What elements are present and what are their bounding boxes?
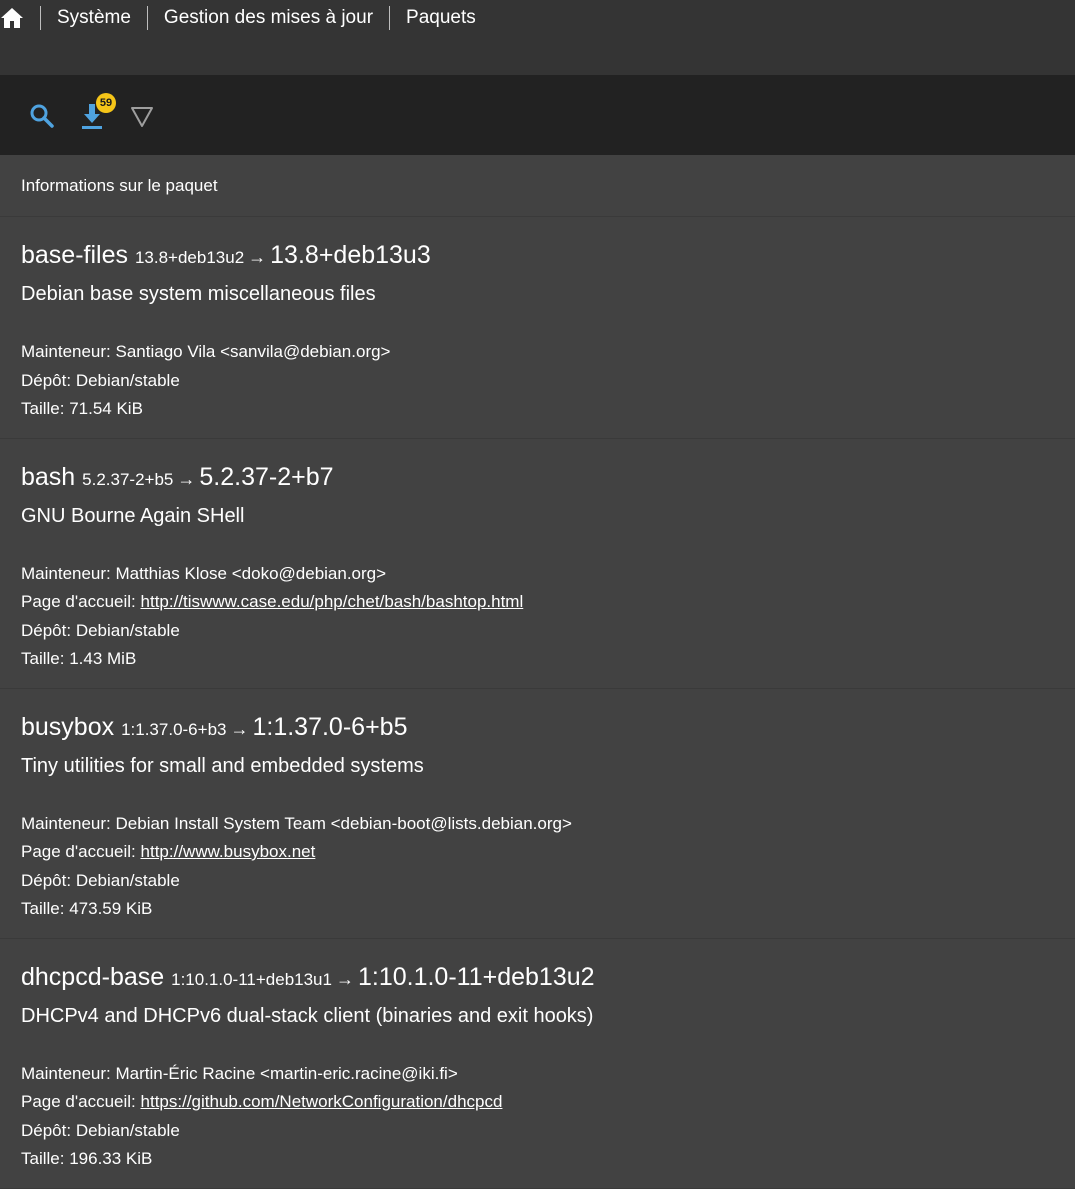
repository-label: Dépôt: xyxy=(21,370,72,390)
package-description: Tiny utilities for small and embedded sy… xyxy=(21,754,424,777)
breadcrumb-separator xyxy=(146,6,148,30)
size-row: Taille: 1.43 MiB xyxy=(21,645,1054,674)
package-description: DHCPv4 and DHCPv6 dual-stack client (bin… xyxy=(21,1004,594,1027)
homepage-label: Page d'accueil: xyxy=(21,1092,136,1111)
breadcrumb-separator xyxy=(40,6,41,30)
maintainer-label: Mainteneur: xyxy=(21,563,111,583)
repository-label: Dépôt: xyxy=(21,1120,72,1140)
homepage-row: Page d'accueil: http://www.busybox.net xyxy=(21,838,1054,867)
old-version: 5.2.37-2+b5 xyxy=(82,469,174,489)
breadcrumb-separator xyxy=(389,6,391,30)
homepage-row: Page d'accueil: http://tiswww.case.edu/p… xyxy=(21,588,1054,617)
repository-label: Dépôt: xyxy=(21,870,72,890)
arrow-right-icon: → xyxy=(230,718,249,739)
filter-icon[interactable] xyxy=(128,102,156,130)
maintainer-row: Mainteneur: Santiago Vila <sanvila@debia… xyxy=(21,338,1054,367)
repository-row: Dépôt: Debian/stable xyxy=(21,367,1054,396)
toolbar xyxy=(0,75,1075,155)
home-icon[interactable] xyxy=(0,6,24,30)
repository-value: Debian/stable xyxy=(75,620,180,640)
package-item[interactable]: busybox 1:1.37.0-6+b3 → 1:1.37.0-6+b5 Tiny… xyxy=(0,689,1075,939)
maintainer-value: Santiago Vila <sanvila@debian.org> xyxy=(115,342,391,361)
maintainer-value: Matthias Klose <doko@debian.org> xyxy=(115,563,387,583)
size-value: 1.43 MiB xyxy=(69,649,137,668)
new-version: 5.2.37-2+b7 xyxy=(199,462,334,491)
search-icon[interactable] xyxy=(28,102,56,130)
package-list: base-files 13.8+deb13u2 → 13.8+deb13u3 Deb… xyxy=(0,217,1075,1189)
package-title: base-files 13.8+deb13u2 → 13.8+deb13u3 xyxy=(21,235,1054,278)
size-label: Taille: xyxy=(21,399,65,418)
homepage-label: Page d'accueil: xyxy=(21,592,136,611)
repository-value: Debian/stable xyxy=(75,870,180,890)
size-value: 71.54 KiB xyxy=(69,399,143,418)
homepage-row: Page d'accueil: https://github.com/Netwo… xyxy=(21,1088,1054,1117)
package-title: bash 5.2.37-2+b5 → 5.2.37-2+b7 xyxy=(21,457,1054,500)
new-version: 13.8+deb13u3 xyxy=(270,241,431,269)
size-label: Taille: xyxy=(21,649,65,668)
breadcrumb-item-gestion[interactable]: Gestion des mises à jour xyxy=(164,7,373,29)
package-name: base-files xyxy=(21,241,128,269)
old-version: 13.8+deb13u2 xyxy=(134,248,245,267)
maintainer-row: Mainteneur: Matthias Klose <doko@debian.… xyxy=(21,560,1054,589)
package-description: Debian base system miscellaneous files xyxy=(21,283,376,305)
package-name: dhcpcd-base xyxy=(21,962,165,991)
old-version: 1:1.37.0-6+b3 xyxy=(121,719,227,739)
homepage-link[interactable]: http://www.busybox.net xyxy=(141,842,316,861)
maintainer-value: Debian Install System Team <debian-boot@… xyxy=(115,813,572,833)
size-value: 196.33 KiB xyxy=(69,1149,153,1168)
maintainer-label: Mainteneur: xyxy=(21,1063,111,1083)
arrow-right-icon: → xyxy=(177,468,196,489)
repository-label: Dépôt: xyxy=(21,620,72,640)
size-row: Taille: 71.54 KiB xyxy=(21,395,1054,424)
package-name: bash xyxy=(21,462,76,491)
size-row: Taille: 196.33 KiB xyxy=(21,1145,1054,1174)
maintainer-value: Martin-Éric Racine <martin-eric.racine@i… xyxy=(115,1063,458,1083)
package-title: dhcpcd-base 1:10.1.0-11+deb13u1 → 1:10.1.0… xyxy=(21,957,1054,1000)
homepage-link[interactable]: http://tiswww.case.edu/php/chet/bash/bas… xyxy=(141,592,524,611)
old-version: 1:10.1.0-11+deb13u1 xyxy=(171,969,332,989)
arrow-right-icon: → xyxy=(248,247,267,267)
repository-value: Debian/stable xyxy=(75,370,180,390)
package-item[interactable]: dhcpcd-base 1:10.1.0-11+deb13u1 → 1:10.1.0… xyxy=(0,939,1075,1189)
package-title: busybox 1:1.37.0-6+b3 → 1:1.37.0-6+b5 xyxy=(21,707,1054,750)
maintainer-label: Mainteneur: xyxy=(21,813,111,833)
maintainer-row: Mainteneur: Martin-Éric Racine <martin-e… xyxy=(21,1060,1054,1089)
arrow-right-icon: → xyxy=(335,968,354,989)
package-item[interactable]: base-files 13.8+deb13u2 → 13.8+deb13u3 Deb… xyxy=(0,217,1075,439)
repository-row: Dépôt: Debian/stable xyxy=(21,867,1054,896)
new-version: 1:1.37.0-6+b5 xyxy=(252,712,408,741)
update-count-badge: 59 xyxy=(96,93,116,113)
package-item[interactable]: bash 5.2.37-2+b5 → 5.2.37-2+b7 GNU Bourne … xyxy=(0,439,1075,689)
top-bar: Système Gestion des mises à jour Paquets xyxy=(0,0,1075,75)
breadcrumb-item-paquets[interactable]: Paquets xyxy=(406,7,476,29)
size-label: Taille: xyxy=(21,1149,65,1168)
maintainer-label: Mainteneur: xyxy=(21,342,111,361)
homepage-link[interactable]: https://github.com/NetworkConfiguration/… xyxy=(141,1092,503,1111)
maintainer-row: Mainteneur: Debian Install System Team <… xyxy=(21,810,1054,839)
size-row: Taille: 473.59 KiB xyxy=(21,895,1054,924)
package-name: busybox xyxy=(21,712,115,741)
homepage-label: Page d'accueil: xyxy=(21,842,136,861)
breadcrumb-item-systeme[interactable]: Système xyxy=(57,7,131,29)
package-description: GNU Bourne Again SHell xyxy=(21,504,245,527)
repository-value: Debian/stable xyxy=(75,1120,180,1140)
size-value: 473.59 KiB xyxy=(69,899,153,918)
repository-row: Dépôt: Debian/stable xyxy=(21,1117,1054,1146)
size-label: Taille: xyxy=(21,899,65,918)
section-title: Informations sur le paquet xyxy=(0,155,1075,217)
new-version: 1:10.1.0-11+deb13u2 xyxy=(357,962,595,991)
repository-row: Dépôt: Debian/stable xyxy=(21,617,1054,646)
breadcrumb: Système Gestion des mises à jour Paquets xyxy=(0,0,476,36)
